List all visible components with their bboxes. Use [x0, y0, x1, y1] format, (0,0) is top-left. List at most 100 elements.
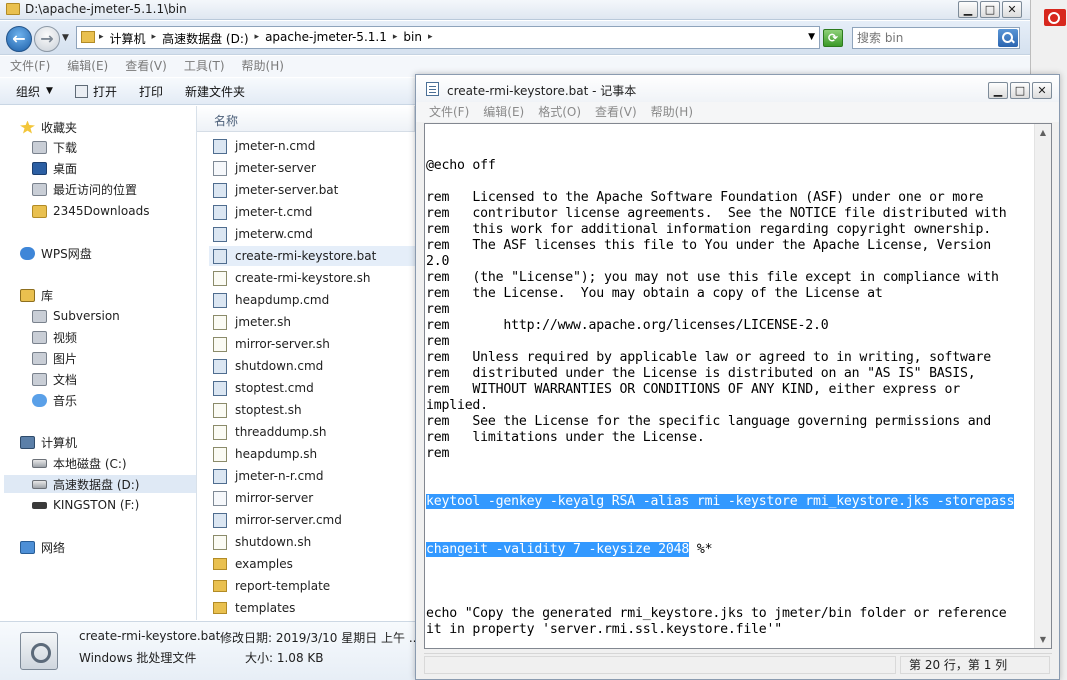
new-folder-label: 新建文件夹 [184, 84, 245, 99]
script-file-icon [213, 402, 227, 418]
menu-format[interactable]: 格式(O) [538, 102, 581, 122]
breadcrumb-separator[interactable]: ▸ [152, 32, 157, 47]
file-name: shutdown.sh [235, 535, 312, 549]
drive-icon [32, 458, 47, 468]
nav-videos[interactable]: 视频 [32, 328, 77, 346]
breadcrumb-computer[interactable]: 计算机 [110, 30, 146, 47]
file-row[interactable]: jmeterw.cmd [209, 224, 415, 244]
unselected-text: %* [689, 542, 713, 557]
close-button[interactable]: ✕ [1032, 82, 1052, 99]
file-row[interactable]: mirror-server.cmd [209, 510, 415, 530]
breadcrumb-bin[interactable]: bin [403, 30, 422, 47]
file-row[interactable]: examples [209, 554, 415, 574]
notepad-window-controls: ▁ □ ✕ [986, 82, 1052, 99]
breadcrumb-jmeter[interactable]: apache-jmeter-5.1.1 [265, 30, 387, 47]
file-row[interactable]: heapdump.sh [209, 444, 415, 464]
batch-file-icon [20, 632, 58, 670]
folder-icon [81, 31, 95, 43]
menu-file[interactable]: 文件(F) [10, 56, 50, 77]
nav-pictures[interactable]: 图片 [32, 349, 77, 367]
file-row[interactable]: jmeter-server [209, 158, 415, 178]
breadcrumb-drive-d[interactable]: 高速数据盘 (D:) [162, 30, 248, 47]
search-icon[interactable] [998, 29, 1018, 47]
menu-view[interactable]: 查看(V) [125, 56, 167, 77]
file-row[interactable]: stoptest.cmd [209, 378, 415, 398]
folder-icon [213, 602, 227, 614]
nav-downloads[interactable]: 下载 [32, 138, 77, 156]
nav-favorites[interactable]: 收藏夹 [20, 118, 77, 136]
column-header-name[interactable]: 名称 [197, 106, 415, 132]
file-row[interactable]: stoptest.sh [209, 400, 415, 420]
nav-desktop[interactable]: 桌面 [32, 159, 77, 177]
nav-drive-d[interactable]: 高速数据盘 (D:) [4, 475, 196, 493]
explorer-title: D:\apache-jmeter-5.1.1\bin [25, 2, 187, 16]
nav-documents[interactable]: 文档 [32, 370, 77, 388]
nav-wps-drive[interactable]: WPS网盘 [20, 244, 92, 262]
app-logo-icon[interactable] [1044, 9, 1066, 26]
file-row[interactable]: shutdown.sh [209, 532, 415, 552]
menu-edit[interactable]: 编辑(E) [483, 102, 524, 122]
forward-button[interactable]: → [34, 26, 60, 52]
organize-button[interactable]: 组织 ▼ [16, 83, 53, 100]
maximize-button[interactable]: □ [1010, 82, 1030, 99]
new-folder-button[interactable]: 新建文件夹 [185, 83, 245, 100]
nav-network[interactable]: 网络 [20, 538, 65, 556]
breadcrumb-separator[interactable]: ▸ [99, 32, 104, 47]
nav-2345downloads[interactable]: 2345Downloads [32, 202, 149, 220]
scroll-up-icon[interactable]: ▲ [1035, 124, 1051, 141]
file-row[interactable]: threaddump.sh [209, 422, 415, 442]
refresh-button[interactable]: ⟳ [823, 29, 843, 47]
menu-file[interactable]: 文件(F) [429, 102, 469, 122]
file-row[interactable]: jmeter.sh [209, 312, 415, 332]
file-row[interactable]: create-rmi-keystore.sh [209, 268, 415, 288]
back-button[interactable]: ← [6, 26, 32, 52]
breadcrumb-separator[interactable]: ▸ [428, 32, 433, 47]
nav-libraries[interactable]: 库 [20, 286, 53, 304]
file-row[interactable]: mirror-server [209, 488, 415, 508]
nav-recent-places[interactable]: 最近访问的位置 [32, 180, 137, 198]
nav-music[interactable]: 音乐 [32, 391, 77, 409]
nav-label: 网络 [41, 540, 66, 555]
file-row[interactable]: report-template [209, 576, 415, 596]
search-input[interactable] [857, 30, 995, 46]
menu-view[interactable]: 查看(V) [595, 102, 637, 122]
text-line: 2.0 [426, 254, 450, 269]
menu-help[interactable]: 帮助(H) [242, 56, 284, 77]
file-row[interactable]: jmeter-server.bat [209, 180, 415, 200]
file-row[interactable]: jmeter-n.cmd [209, 136, 415, 156]
recent-pages-dropdown[interactable]: ▼ [62, 33, 69, 43]
menu-help[interactable]: 帮助(H) [651, 102, 693, 122]
file-row[interactable]: templates [209, 598, 415, 618]
menu-tools[interactable]: 工具(T) [184, 56, 225, 77]
open-button[interactable]: 打开 [74, 83, 117, 100]
address-bar[interactable]: ▸ 计算机 ▸ 高速数据盘 (D:) ▸ apache-jmeter-5.1.1… [76, 26, 820, 49]
nav-kingston[interactable]: KINGSTON (F:) [32, 496, 139, 514]
vertical-scrollbar[interactable]: ▲ ▼ [1034, 124, 1051, 648]
menu-edit[interactable]: 编辑(E) [67, 56, 108, 77]
file-row[interactable]: create-rmi-keystore.bat [209, 246, 415, 266]
breadcrumb-separator[interactable]: ▸ [393, 32, 398, 47]
text-line: rem The ASF licenses this file to You un… [426, 238, 991, 253]
print-button[interactable]: 打印 [139, 83, 163, 100]
file-row[interactable]: jmeter-n-r.cmd [209, 466, 415, 486]
breadcrumb-separator[interactable]: ▸ [255, 32, 260, 47]
scroll-down-icon[interactable]: ▼ [1035, 631, 1051, 648]
file-row[interactable]: jmeter-t.cmd [209, 202, 415, 222]
file-row[interactable]: heapdump.cmd [209, 290, 415, 310]
file-row[interactable]: mirror-server.sh [209, 334, 415, 354]
text-editor[interactable]: @echo off rem Licensed to the Apache Soft… [424, 123, 1052, 649]
close-button[interactable]: ✕ [1002, 1, 1022, 18]
nav-label: 图片 [53, 351, 78, 366]
nav-drive-c[interactable]: 本地磁盘 (C:) [32, 454, 127, 472]
file-row[interactable]: shutdown.cmd [209, 356, 415, 376]
minimize-button[interactable]: ▁ [958, 1, 978, 18]
search-box[interactable] [852, 27, 1020, 49]
maximize-button[interactable]: □ [980, 1, 1000, 18]
minimize-button[interactable]: ▁ [988, 82, 1008, 99]
nav-computer[interactable]: 计算机 [20, 433, 77, 451]
script-file-icon [213, 424, 227, 440]
editor-content[interactable]: @echo off rem Licensed to the Apache Soft… [426, 126, 1033, 648]
nav-subversion[interactable]: Subversion [32, 307, 120, 325]
batch-file-icon [213, 380, 227, 396]
address-dropdown-icon[interactable]: ▼ [808, 32, 815, 42]
